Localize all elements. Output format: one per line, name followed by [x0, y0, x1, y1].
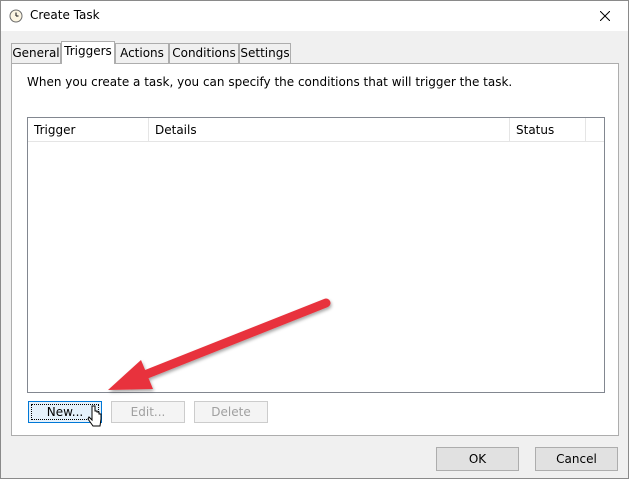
triggers-panel: When you create a task, you can specify … — [11, 63, 619, 436]
triggers-description: When you create a task, you can specify … — [27, 75, 513, 89]
create-task-window: Create Task General Triggers Actions Con… — [0, 0, 629, 479]
clock-icon — [9, 9, 23, 23]
ok-button[interactable]: OK — [436, 447, 519, 471]
tab-triggers[interactable]: Triggers — [61, 41, 115, 64]
list-header: Trigger Details Status — [28, 118, 604, 142]
window-title: Create Task — [30, 8, 100, 22]
tab-actions[interactable]: Actions — [115, 43, 169, 63]
new-trigger-button[interactable]: New... — [28, 401, 102, 423]
column-header-details[interactable]: Details — [149, 118, 510, 142]
edit-trigger-button[interactable]: Edit... — [111, 401, 185, 423]
tab-conditions[interactable]: Conditions — [169, 43, 239, 63]
delete-trigger-button[interactable]: Delete — [194, 401, 268, 423]
column-header-trigger[interactable]: Trigger — [28, 118, 149, 142]
close-icon — [600, 11, 610, 21]
title-bar[interactable]: Create Task — [1, 1, 628, 31]
column-header-status[interactable]: Status — [510, 118, 586, 142]
tab-settings[interactable]: Settings — [239, 43, 291, 63]
tab-general[interactable]: General — [11, 43, 61, 63]
cancel-button[interactable]: Cancel — [535, 447, 618, 471]
triggers-list[interactable]: Trigger Details Status — [27, 117, 605, 393]
close-button[interactable] — [582, 1, 628, 31]
